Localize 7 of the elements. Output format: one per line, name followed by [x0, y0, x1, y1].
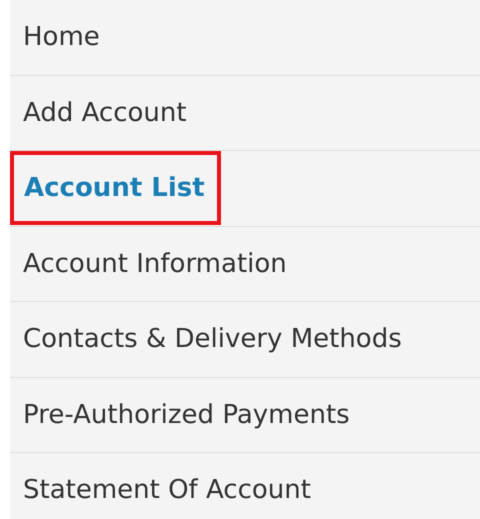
- menu-item[interactable]: Pre-Authorized Payments: [10, 402, 350, 428]
- menu-item[interactable]: Account Information: [10, 250, 287, 277]
- menu-item[interactable]: Statement Of Account: [10, 477, 311, 504]
- menu-item[interactable]: Add Account: [10, 100, 187, 126]
- menu-item[interactable]: Account List: [10, 151, 221, 226]
- menu-item[interactable]: Contacts & Delivery Methods: [10, 326, 402, 352]
- menu-item[interactable]: Home: [10, 24, 100, 50]
